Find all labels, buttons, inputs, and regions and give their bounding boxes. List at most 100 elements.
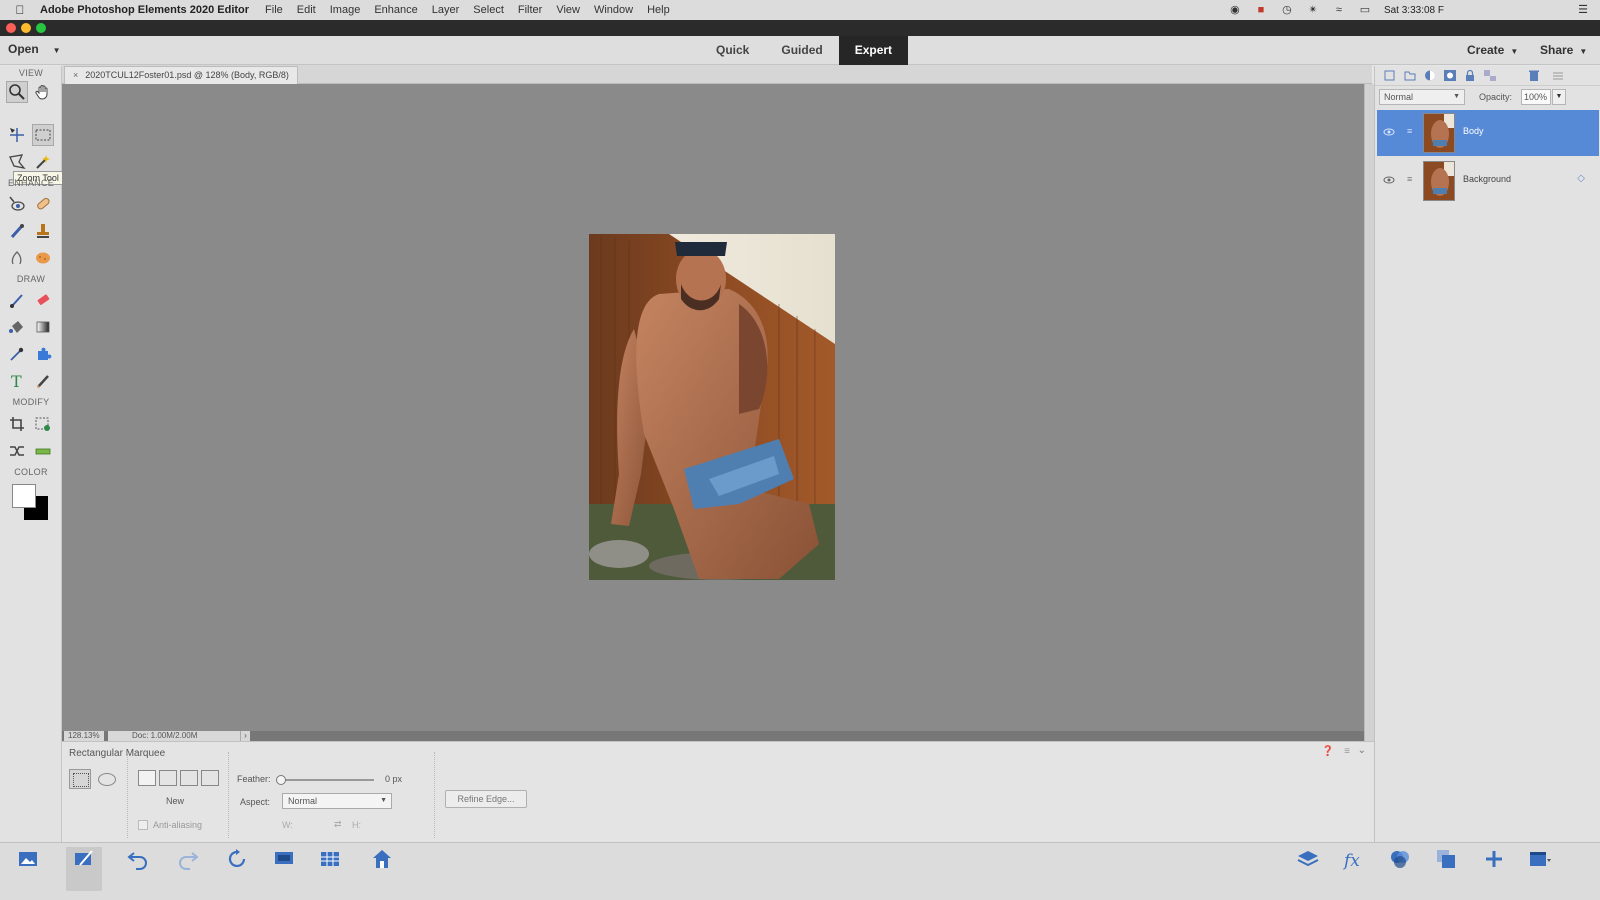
help-icon[interactable]: ❓: [1322, 746, 1334, 757]
lock-transparent-icon[interactable]: [1483, 69, 1497, 82]
effects-button[interactable]: fx: [1336, 847, 1372, 891]
spot-healing-tool[interactable]: [32, 193, 54, 215]
create-button[interactable]: Create ▼: [1467, 43, 1518, 57]
layer-link-icon[interactable]: ≡: [1407, 126, 1412, 136]
feather-slider-handle[interactable]: [276, 775, 286, 785]
crop-tool[interactable]: [6, 413, 28, 435]
color-swatches[interactable]: [12, 484, 52, 524]
more-panels-button[interactable]: [1522, 847, 1558, 891]
blur-tool[interactable]: [6, 247, 28, 269]
eraser-tool[interactable]: [32, 289, 54, 311]
adobe-cc-icon[interactable]: ■: [1254, 4, 1268, 16]
trash-icon[interactable]: [1527, 69, 1541, 82]
layer-name[interactable]: Body: [1463, 126, 1484, 136]
recompose-tool[interactable]: [32, 413, 54, 435]
layers-button[interactable]: [1290, 847, 1326, 891]
collapse-chevron-icon[interactable]: ⌄: [1358, 745, 1366, 756]
refine-edge-button[interactable]: Refine Edge...: [445, 790, 527, 808]
lock-all-icon[interactable]: [1463, 69, 1477, 82]
tool-options-button[interactable]: [66, 847, 102, 891]
new-layer-icon[interactable]: [1383, 69, 1397, 82]
feather-slider[interactable]: [276, 775, 374, 785]
paint-bucket-tool[interactable]: [6, 316, 28, 338]
layer-row-background[interactable]: ≡ Background ◇: [1377, 158, 1599, 204]
photo-bin-button[interactable]: [10, 847, 46, 891]
close-document-icon[interactable]: ×: [73, 70, 78, 80]
close-window-icon[interactable]: [6, 23, 16, 33]
menu-window[interactable]: Window: [594, 4, 633, 16]
menu-help[interactable]: Help: [647, 4, 670, 16]
tab-guided[interactable]: Guided: [765, 36, 838, 65]
add-mask-icon[interactable]: [1443, 69, 1457, 82]
opacity-dropdown-icon[interactable]: ▼: [1552, 89, 1566, 105]
swap-dimensions-icon[interactable]: ⇄: [334, 819, 342, 830]
zoom-window-icon[interactable]: [36, 23, 46, 33]
adjustment-layer-icon[interactable]: [1423, 69, 1437, 82]
graphics-button[interactable]: [1476, 847, 1512, 891]
share-button[interactable]: Share ▼: [1540, 43, 1587, 57]
layer-link-icon[interactable]: ≡: [1407, 174, 1412, 184]
bluetooth-icon[interactable]: ✴: [1306, 4, 1320, 16]
organizer-button[interactable]: [312, 847, 348, 891]
foreground-color-swatch[interactable]: [12, 484, 36, 508]
new-group-icon[interactable]: [1403, 69, 1417, 82]
anti-aliasing-box[interactable]: [138, 820, 148, 830]
selection-intersect-option[interactable]: [201, 770, 219, 786]
eyedropper-tool[interactable]: [6, 343, 28, 365]
layer-row-body[interactable]: ≡ Body: [1377, 110, 1599, 156]
content-aware-move-tool[interactable]: [6, 440, 28, 462]
move-tool[interactable]: [6, 124, 28, 146]
notification-center-icon[interactable]: ☰: [1576, 4, 1590, 16]
minimize-window-icon[interactable]: [21, 23, 31, 33]
lasso-tool[interactable]: [6, 151, 28, 173]
straighten-tool[interactable]: [32, 440, 54, 462]
home-screen-button[interactable]: [364, 847, 400, 891]
styles-button[interactable]: [1428, 847, 1464, 891]
open-button[interactable]: Open ▼: [8, 42, 61, 56]
visibility-eye-icon[interactable]: [1383, 126, 1395, 138]
layer-style-icon[interactable]: ◇: [1577, 173, 1585, 184]
wifi-icon[interactable]: ≈: [1332, 4, 1346, 16]
canvas-vertical-scrollbar[interactable]: [1364, 84, 1374, 741]
redo-button[interactable]: [170, 847, 206, 891]
menu-layer[interactable]: Layer: [432, 4, 460, 16]
selection-add-option[interactable]: [159, 770, 177, 786]
aspect-dropdown[interactable]: Normal ▼: [282, 793, 392, 809]
layer-name[interactable]: Background: [1463, 174, 1511, 184]
rotate-button[interactable]: [220, 847, 256, 891]
pencil-tool[interactable]: [32, 370, 54, 392]
clone-stamp-tool[interactable]: [32, 220, 54, 242]
menu-edit[interactable]: Edit: [297, 4, 316, 16]
tab-quick[interactable]: Quick: [700, 36, 765, 65]
selection-new-option[interactable]: [138, 770, 156, 786]
tab-expert[interactable]: Expert: [838, 36, 909, 65]
panel-menu-icon[interactable]: [1551, 69, 1565, 82]
gradient-tool[interactable]: [32, 316, 54, 338]
record-icon[interactable]: ◉: [1228, 4, 1242, 16]
quick-selection-tool[interactable]: [32, 151, 54, 173]
menu-select[interactable]: Select: [473, 4, 504, 16]
document-image[interactable]: [589, 234, 835, 580]
airplay-icon[interactable]: ▭: [1358, 4, 1372, 16]
opacity-input[interactable]: 100%: [1521, 89, 1551, 105]
status-menu-chevron-icon[interactable]: ›: [240, 731, 250, 741]
hand-tool[interactable]: [32, 81, 54, 103]
menu-bar-clock[interactable]: Sat 3:33:08 F: [1384, 5, 1444, 16]
menu-enhance[interactable]: Enhance: [374, 4, 417, 16]
filters-button[interactable]: [1382, 847, 1418, 891]
menu-view[interactable]: View: [556, 4, 580, 16]
apple-menu-icon[interactable]: : [0, 3, 40, 17]
sponge-tool[interactable]: [32, 247, 54, 269]
menu-file[interactable]: File: [265, 4, 283, 16]
blend-mode-dropdown[interactable]: Normal ▼: [1379, 89, 1465, 105]
app-name-menu[interactable]: Adobe Photoshop Elements 2020 Editor: [40, 4, 249, 16]
canvas-area[interactable]: [62, 84, 1364, 731]
document-tab[interactable]: × 2020TCUL12Foster01.psd @ 128% (Body, RG…: [64, 66, 298, 84]
zoom-tool[interactable]: [6, 81, 28, 103]
custom-shape-tool[interactable]: [32, 343, 54, 365]
rectangle-marquee-option[interactable]: [69, 769, 91, 789]
undo-button[interactable]: [120, 847, 156, 891]
smart-brush-tool[interactable]: [6, 220, 28, 242]
selection-subtract-option[interactable]: [180, 770, 198, 786]
time-machine-icon[interactable]: ◷: [1280, 4, 1294, 16]
